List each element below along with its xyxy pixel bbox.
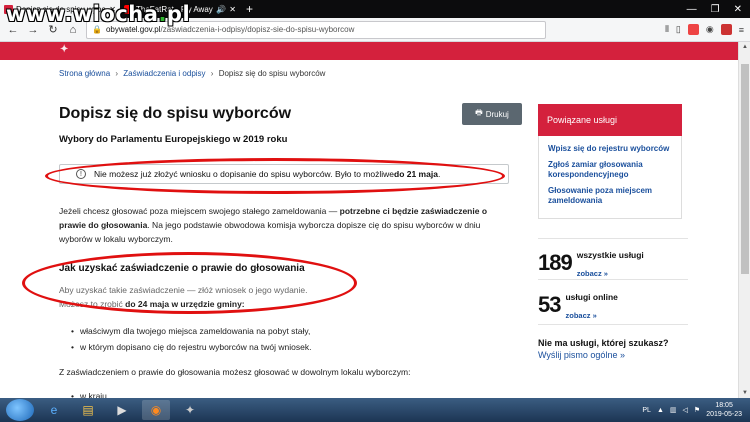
watermark-text: www.wiocha xyxy=(6,2,159,26)
link-vote-elsewhere[interactable]: Głosowanie poza miejscem zameldowania xyxy=(548,186,672,206)
minimize-icon[interactable]: — xyxy=(687,4,697,15)
explorer-icon[interactable]: ▤ xyxy=(74,400,102,420)
stat-label: usługi online xyxy=(565,292,618,302)
stat-label: wszystkie usługi xyxy=(576,250,644,260)
ie-icon[interactable]: e xyxy=(40,400,68,420)
section-text: Aby uzyskać takie zaświadczenie — złóż w… xyxy=(59,285,308,295)
breadcrumb-sep: › xyxy=(115,69,119,78)
url-path: /zaswiadczenia-i-odpisy/dopisz-sie-do-sp… xyxy=(160,25,355,34)
section-heading: Jak uzyskać zaświadczenie o prawie do gł… xyxy=(59,263,305,274)
related-services-heading: Powiązane usługi xyxy=(538,104,682,136)
stat-link[interactable]: zobacz » xyxy=(577,269,608,278)
print-icon: 🖶 xyxy=(475,108,483,117)
section-paragraph: Aby uzyskać takie zaświadczenie — złóż w… xyxy=(59,283,514,311)
watermark-logo: www.wiocha.pl xyxy=(6,2,190,26)
tab-close-icon[interactable]: ✕ xyxy=(229,5,236,14)
page-subtitle: Wybory do Parlamentu Europejskiego w 201… xyxy=(59,134,288,145)
link-register-voters[interactable]: Wpisz się do rejestru wyborców xyxy=(548,144,672,154)
related-services-panel: Powiązane usługi Wpisz się do rejestru w… xyxy=(538,104,682,219)
clock[interactable]: 18:05 2019-05-23 xyxy=(706,401,742,419)
site-logo-icon[interactable]: ✦ xyxy=(60,44,68,55)
breadcrumb-sep: › xyxy=(210,69,214,78)
breadcrumb: Strona główna › Zaświadczenia i odpisy ›… xyxy=(59,69,325,78)
extension-2-icon[interactable]: ◉ xyxy=(706,24,714,35)
stat-all-services: 189 wszystkie usługi zobacz » xyxy=(538,245,688,281)
screenshot: Dopisz się do spisu wyborców ✕ TheFatRat… xyxy=(0,0,750,422)
intro-text: Jeżeli chcesz głosować poza miejscem swo… xyxy=(59,206,340,216)
alert-text: Nie możesz już złożyć wniosku o dopisani… xyxy=(94,169,394,179)
intro-paragraph: Jeżeli chcesz głosować poza miejscem swo… xyxy=(59,204,514,246)
maximize-icon[interactable]: ❐ xyxy=(711,4,720,15)
breadcrumb-section[interactable]: Zaświadczenia i odpisy xyxy=(123,69,205,78)
sidebar-icon[interactable]: ▯ xyxy=(676,24,681,35)
scroll-up-icon[interactable]: ▲ xyxy=(739,44,750,50)
close-window-icon[interactable]: ✕ xyxy=(734,4,742,15)
list-item: w którym dopisano cię do rejestru wyborc… xyxy=(71,339,312,355)
watermark-dot: . xyxy=(158,2,167,26)
menu-icon[interactable]: ≡ xyxy=(739,25,744,35)
toolbar-icons: ⫴ ▯ ◉ ≡ xyxy=(665,24,744,35)
divider xyxy=(538,279,688,280)
extension-3-icon[interactable] xyxy=(720,24,732,35)
stat-link[interactable]: zobacz » xyxy=(565,311,596,320)
alert-end: . xyxy=(437,169,441,179)
divider xyxy=(538,238,688,239)
media-icon[interactable]: ▶ xyxy=(108,400,136,420)
new-tab-button[interactable]: + xyxy=(240,0,259,18)
section-bold: do 24 maja w urzędzie gminy: xyxy=(125,299,245,309)
breadcrumb-current: Dopisz się do spisu wyborców xyxy=(218,69,326,78)
scrollbar-thumb[interactable] xyxy=(741,64,749,274)
office-list: właściwym dla twojego miejsca zameldowan… xyxy=(71,323,312,355)
audio-icon[interactable]: 🔊 xyxy=(216,5,226,14)
volume-icon[interactable]: ◁ xyxy=(683,406,688,414)
stat-number: 189 xyxy=(538,250,573,275)
extension-icon[interactable] xyxy=(687,24,699,35)
divider xyxy=(538,324,688,325)
firefox-icon[interactable]: ◉ xyxy=(142,400,170,420)
alert-deadline: do 21 maja xyxy=(394,169,438,179)
system-tray: PL ▲ ▥ ◁ ⚑ 18:05 2019-05-23 xyxy=(642,401,750,419)
clock-date: 2019-05-23 xyxy=(706,411,742,418)
taskbar: e ▤ ▶ ◉ ✦ PL ▲ ▥ ◁ ⚑ 18:05 2019-05-23 xyxy=(0,398,750,422)
info-alert: ! Nie możesz już złożyć wniosku o dopisa… xyxy=(59,164,509,184)
watermark-text-end: pl xyxy=(166,2,191,26)
list-item: właściwym dla twojego miejsca zameldowan… xyxy=(71,323,311,339)
scroll-down-icon[interactable]: ▼ xyxy=(739,390,750,396)
library-icon[interactable]: ⫴ xyxy=(665,24,669,35)
flag-icon[interactable]: ⚑ xyxy=(694,406,700,414)
missing-service-question: Nie ma usługi, której szukasz? xyxy=(538,338,669,348)
scrollbar[interactable]: ▲ ▼ xyxy=(738,42,750,398)
start-button-icon[interactable] xyxy=(6,399,34,421)
clock-time: 18:05 xyxy=(715,402,733,409)
related-services-links: Wpisz się do rejestru wyborców Zgłoś zam… xyxy=(538,136,682,219)
general-letter-link[interactable]: Wyślij pismo ogólne » xyxy=(538,350,625,360)
url-host: obywatel.gov.pl xyxy=(105,25,161,34)
lock-icon: 🔒 xyxy=(92,25,102,34)
tray-arrow-icon[interactable]: ▲ xyxy=(657,407,664,414)
network-icon[interactable]: ▥ xyxy=(670,406,677,414)
stat-online-services: 53 usługi online zobacz » xyxy=(538,287,688,323)
site-header: ✦ xyxy=(0,42,750,60)
tool-icon[interactable]: ✦ xyxy=(176,400,204,420)
stat-number: 53 xyxy=(538,292,562,317)
section-text-2: Możesz to zrobić xyxy=(59,299,126,309)
vote-paragraph: Z zaświadczeniem o prawie do głosowania … xyxy=(59,367,411,377)
window-controls: — ❐ ✕ xyxy=(687,0,750,18)
language-indicator[interactable]: PL xyxy=(642,407,651,414)
link-postal-vote[interactable]: Zgłoś zamiar głosowania korespondencyjne… xyxy=(548,160,672,180)
warning-icon: ! xyxy=(76,169,86,179)
print-button[interactable]: 🖶 Drukuj xyxy=(462,103,522,125)
page-title: Dopisz się do spisu wyborców xyxy=(59,105,292,122)
breadcrumb-home[interactable]: Strona główna xyxy=(59,69,110,78)
print-label: Drukuj xyxy=(485,109,509,119)
